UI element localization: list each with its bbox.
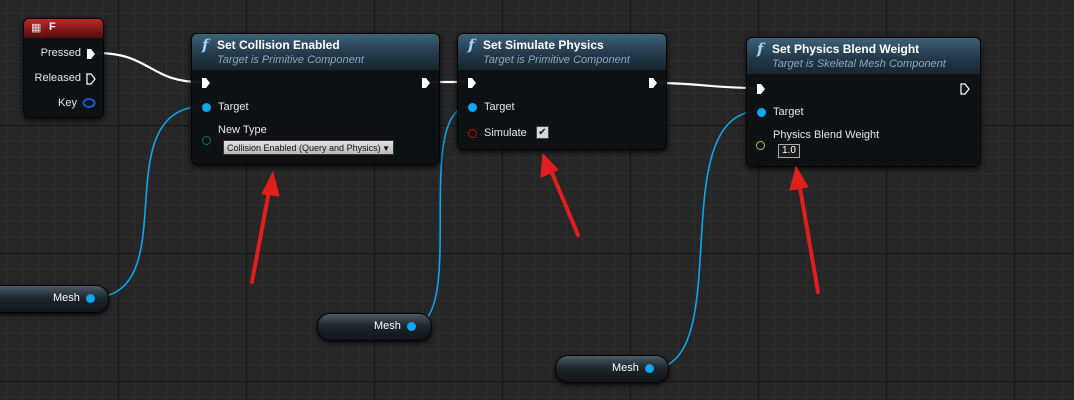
blend-weight-input[interactable]: 1.0 (778, 144, 800, 158)
function-icon: f (468, 36, 475, 54)
mesh-variable-node-2[interactable]: Mesh (317, 313, 432, 341)
collision-exec-in-pin[interactable] (201, 77, 211, 89)
annotation-arrowhead-2 (540, 152, 559, 178)
blend-exec-out-pin[interactable] (960, 83, 970, 95)
mesh-output-pin[interactable] (86, 294, 95, 303)
released-exec-pin[interactable] (86, 73, 96, 85)
exec-wire-simulate-to-blend (656, 81, 756, 90)
simulate-label: Simulate (484, 127, 527, 139)
simulate-target-pin[interactable] (468, 103, 477, 112)
key-event-header[interactable]: ▦ F (24, 19, 103, 38)
mesh-variable-label: Mesh (612, 362, 639, 374)
annotation-arrow-1 (250, 184, 272, 284)
mesh-output-pin[interactable] (407, 322, 416, 331)
simulate-bool-pin[interactable] (468, 129, 477, 138)
set-simulate-physics-title: Set Simulate Physics (483, 38, 604, 52)
set-physics-blend-weight-subtitle: Target is Skeletal Mesh Component (772, 58, 946, 70)
key-event-title: F (49, 21, 56, 33)
set-physics-blend-weight-title: Set Physics Blend Weight (772, 42, 920, 56)
collision-target-label: Target (218, 101, 249, 113)
set-simulate-physics-header[interactable]: f Set Simulate Physics Target is Primiti… (458, 34, 666, 70)
set-collision-enabled-title: Set Collision Enabled (217, 38, 340, 52)
annotation-arrow-2 (548, 166, 580, 237)
object-wire-mesh1 (89, 105, 207, 299)
collision-exec-out-pin[interactable] (421, 77, 431, 89)
function-icon: f (202, 36, 209, 54)
dropdown-arrow-icon: ▼ (382, 144, 390, 153)
annotation-arrow-3 (797, 180, 820, 294)
object-wire-mesh3 (649, 110, 761, 370)
mesh-output-pin[interactable] (645, 364, 654, 373)
blend-target-label: Target (773, 106, 804, 118)
annotation-arrowhead-3 (789, 165, 809, 191)
blend-target-pin[interactable] (757, 108, 766, 117)
set-physics-blend-weight-header[interactable]: f Set Physics Blend Weight Target is Ske… (747, 38, 980, 74)
new-type-label: New Type (218, 124, 267, 136)
released-label: Released (34, 72, 81, 84)
simulate-exec-out-pin[interactable] (648, 77, 658, 89)
simulate-checkbox[interactable]: ✔ (536, 126, 549, 139)
set-collision-enabled-node[interactable]: f Set Collision Enabled Target is Primit… (191, 33, 440, 165)
key-event-node[interactable]: ▦ F Pressed Released Key (23, 18, 104, 118)
blend-weight-label: Physics Blend Weight (773, 129, 880, 141)
function-icon: f (757, 40, 764, 58)
mesh-variable-label: Mesh (374, 320, 401, 332)
pressed-label: Pressed (40, 47, 81, 59)
simulate-exec-in-pin[interactable] (467, 77, 477, 89)
annotation-arrowhead-1 (261, 170, 280, 197)
set-simulate-physics-subtitle: Target is Primitive Component (483, 54, 630, 66)
simulate-target-label: Target (484, 101, 515, 113)
key-struct-pin[interactable] (82, 98, 96, 108)
mesh-variable-node-1[interactable]: Mesh (0, 285, 109, 313)
blend-weight-pin[interactable] (756, 141, 765, 150)
set-collision-enabled-subtitle: Target is Primitive Component (217, 54, 364, 66)
pressed-exec-pin[interactable] (86, 48, 96, 60)
mesh-variable-label: Mesh (53, 292, 80, 304)
collision-target-pin[interactable] (202, 103, 211, 112)
blend-exec-in-pin[interactable] (756, 83, 766, 95)
new-type-pin[interactable] (202, 136, 211, 145)
set-physics-blend-weight-node[interactable]: f Set Physics Blend Weight Target is Ske… (746, 37, 981, 167)
mesh-variable-node-3[interactable]: Mesh (555, 355, 669, 383)
new-type-value: Collision Enabled (Query and Physics) (227, 143, 381, 153)
set-simulate-physics-node[interactable]: f Set Simulate Physics Target is Primiti… (457, 33, 667, 150)
checkmark-icon: ✔ (538, 127, 547, 138)
key-label: Key (58, 97, 77, 109)
keyboard-icon: ▦ (31, 22, 42, 34)
set-collision-enabled-header[interactable]: f Set Collision Enabled Target is Primit… (192, 34, 439, 70)
new-type-dropdown[interactable]: Collision Enabled (Query and Physics) ▼ (223, 140, 394, 155)
exec-wire-pressed (96, 51, 201, 84)
